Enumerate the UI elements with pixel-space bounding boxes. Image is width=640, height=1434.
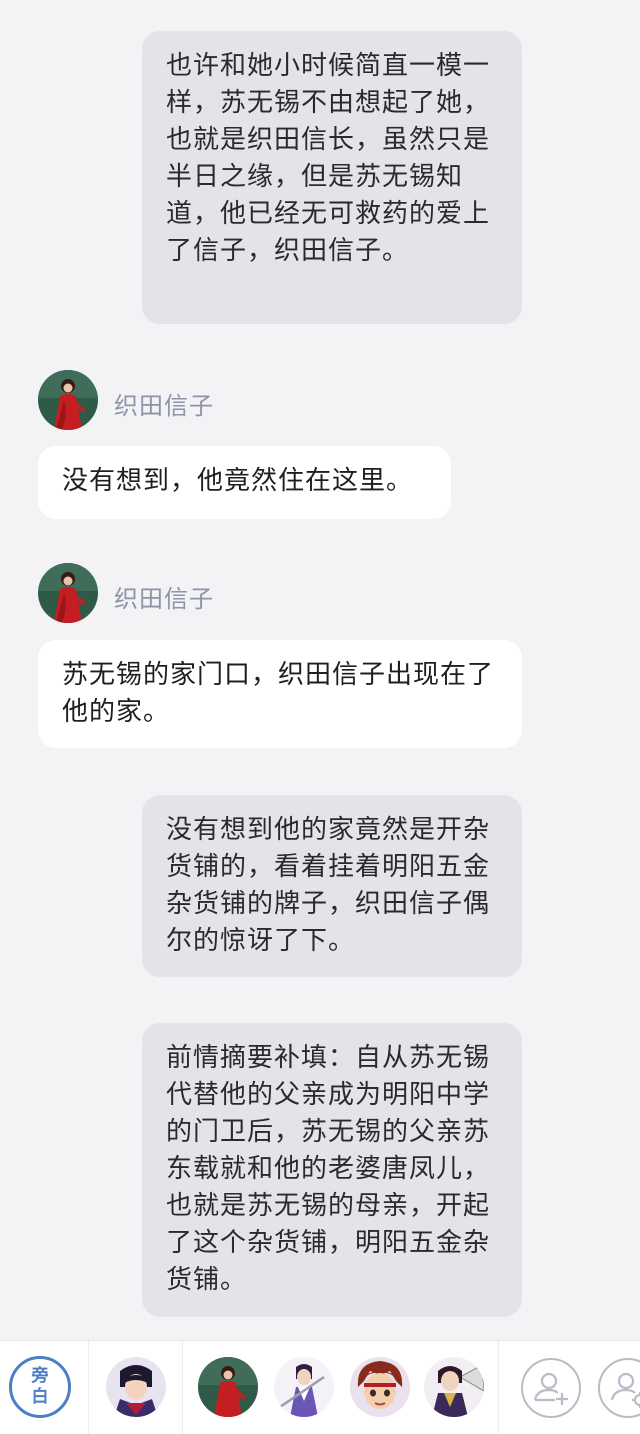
armored-hero-avatar-icon bbox=[106, 1357, 166, 1417]
narration-button[interactable]: 旁 白 bbox=[9, 1356, 71, 1418]
character-settings-button[interactable] bbox=[598, 1358, 640, 1418]
character-avatar-4[interactable] bbox=[350, 1357, 410, 1417]
swordsman-avatar-icon bbox=[274, 1357, 334, 1417]
chat-area: 也许和她小时候简直一模一样，苏无锡不由想起了她，也就是织田信长，虽然只是半日之缘… bbox=[0, 0, 640, 1340]
character-avatar-5[interactable] bbox=[424, 1357, 484, 1417]
speaker-avatar[interactable] bbox=[38, 563, 98, 623]
speaker-name: 织田信子 bbox=[114, 392, 214, 420]
red-dress-avatar-icon bbox=[38, 563, 98, 623]
fan-lady-avatar-icon bbox=[424, 1357, 484, 1417]
toolbar-divider bbox=[498, 1341, 499, 1434]
narration-button-label-line1: 旁 bbox=[31, 1366, 49, 1386]
narration-bubble[interactable]: 没有想到他的家竟然是开杂货铺的，看着挂着明阳五金杂货铺的牌子，织田信子偶尔的惊讶… bbox=[142, 795, 522, 977]
red-dress-avatar-icon bbox=[38, 370, 98, 430]
character-avatar-2[interactable] bbox=[198, 1357, 258, 1417]
add-character-icon bbox=[533, 1372, 568, 1405]
character-toolbar: 旁 白 bbox=[0, 1340, 640, 1434]
narration-bubble[interactable]: 前情摘要补填：自从苏无锡代替他的父亲成为明阳中学的门卫后，苏无锡的父亲苏东载就和… bbox=[142, 1023, 522, 1317]
speaker-avatar[interactable] bbox=[38, 370, 98, 430]
speaker-name: 织田信子 bbox=[114, 585, 214, 613]
character-settings-icon bbox=[610, 1372, 640, 1408]
toolbar-divider bbox=[182, 1341, 183, 1434]
character-avatar-3[interactable] bbox=[274, 1357, 334, 1417]
red-hair-boy-avatar-icon bbox=[350, 1357, 410, 1417]
narration-button-label-line2: 白 bbox=[31, 1387, 49, 1407]
dialogue-bubble[interactable]: 没有想到，他竟然住在这里。 bbox=[38, 446, 451, 519]
red-dress-avatar-icon bbox=[198, 1357, 258, 1417]
dialogue-bubble[interactable]: 苏无锡的家门口，织田信子出现在了他的家。 bbox=[38, 640, 522, 748]
toolbar-divider bbox=[88, 1341, 89, 1434]
add-character-button[interactable] bbox=[521, 1358, 581, 1418]
narration-bubble[interactable]: 也许和她小时候简直一模一样，苏无锡不由想起了她，也就是织田信长，虽然只是半日之缘… bbox=[142, 31, 522, 324]
character-avatar-1[interactable] bbox=[106, 1357, 166, 1417]
